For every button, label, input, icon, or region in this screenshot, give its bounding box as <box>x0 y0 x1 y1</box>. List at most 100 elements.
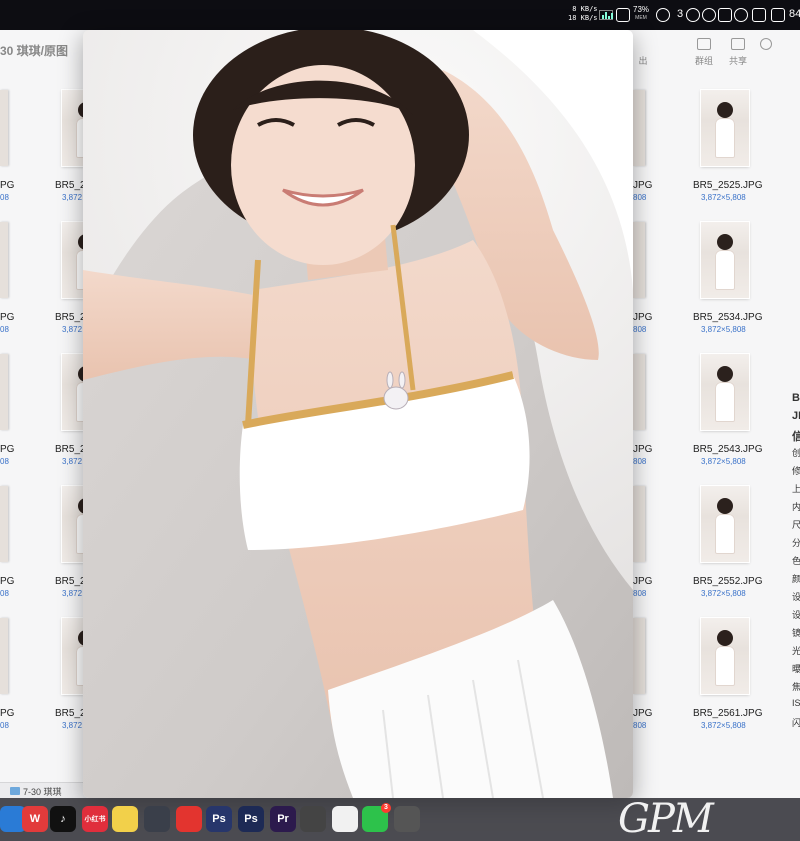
file-dimensions: 08 <box>0 193 9 202</box>
info-panel-label: 闪 <box>792 718 800 728</box>
file-dimensions: 808 <box>633 589 647 598</box>
info-panel-label: 光 <box>792 646 800 656</box>
share-icon <box>731 38 745 50</box>
file-name[interactable]: BR5_2525.JPG <box>693 180 763 191</box>
file-thumbnail[interactable] <box>62 354 84 430</box>
dock-app-wechat[interactable]: 3 <box>362 803 391 832</box>
file-thumbnail[interactable] <box>701 354 749 430</box>
share-label: 共享 <box>729 56 748 66</box>
dock-app-premiere[interactable]: Pr <box>270 806 296 832</box>
file-dimensions: 3,872×5,808 <box>701 589 746 598</box>
info-panel-label: 曝 <box>792 664 800 674</box>
file-thumbnail[interactable] <box>701 222 749 298</box>
file-dimensions: 3,872 <box>62 457 83 466</box>
file-name[interactable]: BR5_2561.JPG <box>693 708 763 719</box>
file-name[interactable]: PG <box>0 576 14 587</box>
dock-app-netease-music[interactable] <box>176 806 202 832</box>
folder-icon <box>10 786 20 795</box>
cloud-icon[interactable] <box>734 8 748 22</box>
file-dimensions: 3,872 <box>62 193 83 202</box>
file-name[interactable]: JPG <box>633 576 652 587</box>
file-dimensions: 3,872 <box>62 589 83 598</box>
game-controller-icon[interactable] <box>752 8 766 22</box>
file-name[interactable]: BR5_2 <box>55 576 86 587</box>
chat-icon[interactable] <box>702 8 716 22</box>
file-thumbnail[interactable] <box>0 618 8 694</box>
file-name[interactable]: BR5_2534.JPG <box>693 312 763 323</box>
file-dimensions: 808 <box>633 457 647 466</box>
file-dimensions: 08 <box>0 325 9 334</box>
dock-app-photoshop-1[interactable]: Ps <box>206 806 232 832</box>
file-thumbnail[interactable] <box>633 222 645 298</box>
dock-app-camera[interactable] <box>394 806 420 832</box>
file-thumbnail[interactable] <box>701 486 749 562</box>
memory-monitor[interactable]: 73% MEM <box>633 6 649 22</box>
dock-app-qq[interactable] <box>332 806 358 832</box>
play-icon[interactable] <box>686 8 700 22</box>
file-dimensions: 08 <box>0 721 9 730</box>
file-dimensions: 3,872×5,808 <box>701 721 746 730</box>
file-name[interactable]: BR5_2 <box>55 312 86 323</box>
toolbar-partial-label: 出 <box>638 56 648 66</box>
file-thumbnail[interactable] <box>633 618 645 694</box>
activity-graph-icon[interactable] <box>599 10 613 20</box>
dock-app-photoshop-2[interactable]: Ps <box>238 806 264 832</box>
file-thumbnail[interactable] <box>62 222 84 298</box>
file-name[interactable]: PG <box>0 180 14 191</box>
group-label: 群组 <box>695 56 714 66</box>
file-name[interactable]: JPG <box>633 708 652 719</box>
file-name[interactable]: BR5_2552.JPG <box>693 576 763 587</box>
file-thumbnail[interactable] <box>701 90 749 166</box>
file-thumbnail[interactable] <box>62 90 84 166</box>
info-panel-label: 设 <box>792 592 800 602</box>
file-thumbnail[interactable] <box>0 90 8 166</box>
info-panel-label: 镜 <box>792 628 800 638</box>
window-manager-icon[interactable] <box>616 8 630 22</box>
file-name[interactable]: BR5_2 <box>55 180 86 191</box>
file-name[interactable]: JPG <box>633 312 652 323</box>
desktop: { "menubar": { "net_up": "8 KB/s", "net_… <box>0 0 800 841</box>
search-icon[interactable] <box>760 38 772 50</box>
dock-app-davinci[interactable] <box>144 806 170 832</box>
file-name[interactable]: PG <box>0 708 14 719</box>
menu-bar: 8 KB/s 18 KB/s 73% MEM 3 84 <box>0 0 800 30</box>
share-button[interactable]: 共享 <box>729 38 747 67</box>
display-icon[interactable] <box>718 8 732 22</box>
file-thumbnail[interactable] <box>633 354 645 430</box>
net-down: 18 KB/s <box>568 14 598 22</box>
info-panel-label: 上 <box>792 484 800 494</box>
info-panel-label: JP <box>792 410 800 422</box>
info-panel-label: B <box>792 392 800 404</box>
file-thumbnail[interactable] <box>0 486 8 562</box>
file-name[interactable]: JPG <box>633 444 652 455</box>
file-thumbnail[interactable] <box>62 486 84 562</box>
file-thumbnail[interactable] <box>633 90 645 166</box>
dock-app-xiaohongshu[interactable]: 小红书 <box>82 806 108 832</box>
dock-app-final-cut[interactable] <box>300 806 326 832</box>
toolbar-partial[interactable]: 出 <box>636 38 650 67</box>
file-dimensions: 08 <box>0 457 9 466</box>
file-name[interactable]: BR5_2 <box>55 444 86 455</box>
file-thumbnail[interactable] <box>701 618 749 694</box>
path-folder[interactable]: 7-30 琪琪 <box>23 787 62 797</box>
file-thumbnail[interactable] <box>62 618 84 694</box>
dock-app-notes[interactable] <box>112 806 138 832</box>
file-name[interactable]: PG <box>0 444 14 455</box>
dock-app-tiktok[interactable]: ♪ <box>50 806 76 832</box>
app-s-icon[interactable] <box>771 8 785 22</box>
file-dimensions: 3,872 <box>62 325 83 334</box>
file-name[interactable]: BR5_2543.JPG <box>693 444 763 455</box>
photo-preview <box>83 30 633 798</box>
file-thumbnail[interactable] <box>633 486 645 562</box>
dock-app-wps[interactable]: W <box>22 806 48 832</box>
file-name[interactable]: PG <box>0 312 14 323</box>
quicklook-preview[interactable] <box>83 30 633 798</box>
file-name[interactable]: JPG <box>633 180 652 191</box>
wechat-menu-icon[interactable] <box>656 8 670 22</box>
file-dimensions: 3,872×5,808 <box>701 193 746 202</box>
file-dimensions: 08 <box>0 589 9 598</box>
file-name[interactable]: BR5_2 <box>55 708 86 719</box>
group-button[interactable]: 群组 <box>695 38 713 67</box>
file-thumbnail[interactable] <box>0 354 8 430</box>
file-thumbnail[interactable] <box>0 222 8 298</box>
